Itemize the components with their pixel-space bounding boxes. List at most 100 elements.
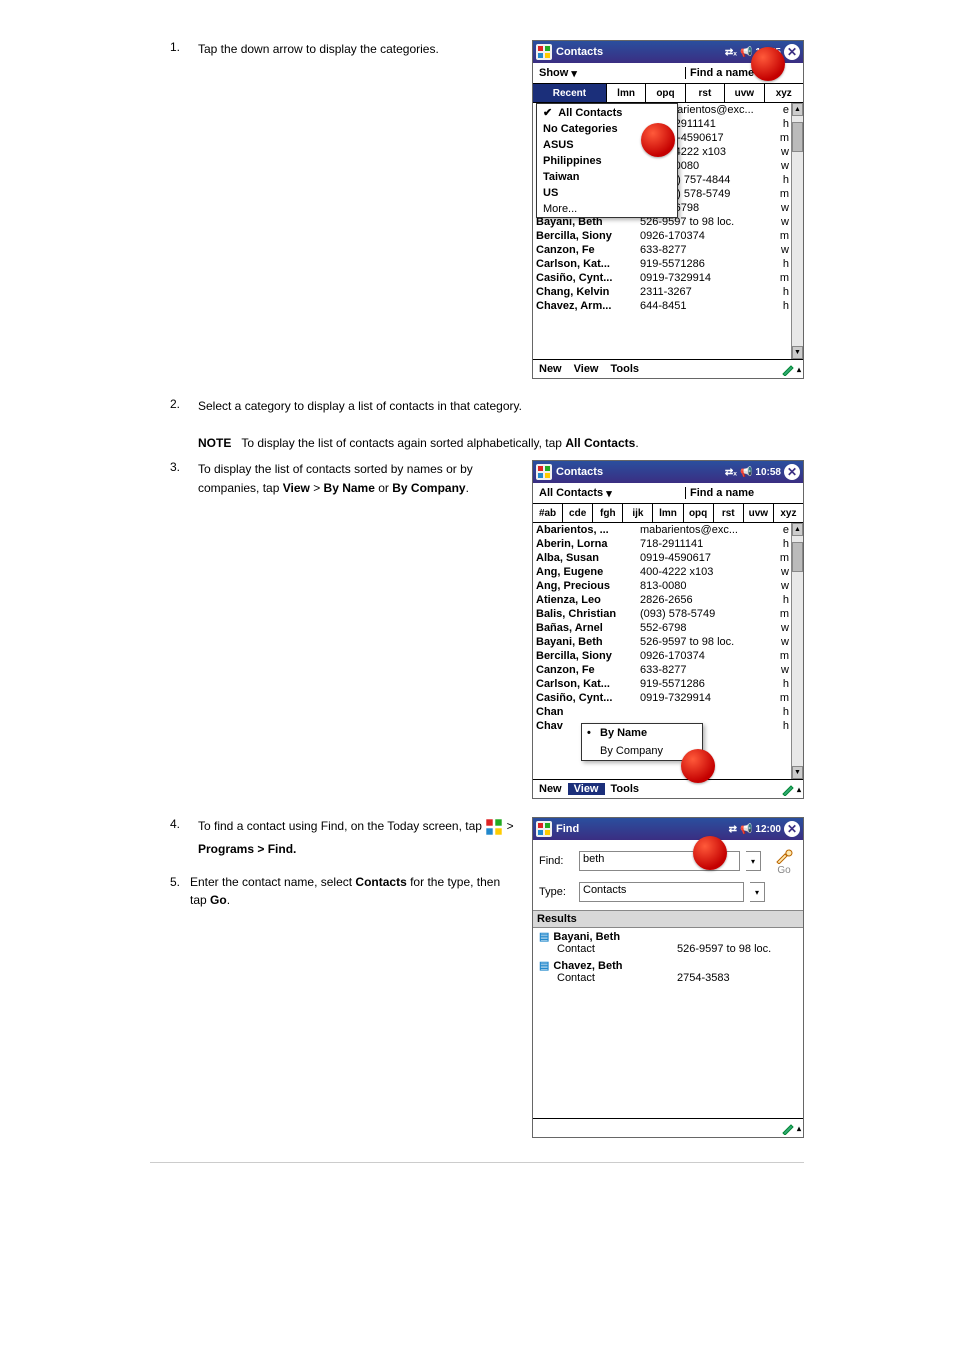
- alpha-tab[interactable]: xyz: [765, 84, 803, 102]
- clock[interactable]: 12:00: [755, 824, 781, 835]
- contact-row[interactable]: Canzon, Fe633-8277w: [533, 243, 792, 257]
- menu-item-more[interactable]: More...: [537, 201, 677, 217]
- step-text: Enter the contact name, select Contacts …: [190, 873, 514, 910]
- show-dropdown[interactable]: All Contacts▾: [533, 487, 685, 500]
- menu-item[interactable]: Taiwan: [537, 169, 677, 185]
- alpha-tab[interactable]: rst: [686, 84, 725, 102]
- menu-bar: New View Tools ▴: [533, 359, 803, 378]
- start-icon[interactable]: [536, 821, 552, 837]
- contact-row[interactable]: Atienza, Leo2826-2656h: [533, 593, 792, 607]
- list-area: Abarientos, ...mabarientos@exc...e Aberi…: [533, 523, 803, 779]
- results-list: ▤Bayani, Beth Contact526-9597 to 98 loc.…: [533, 928, 803, 1118]
- contact-row[interactable]: Abarientos, ...mabarientos@exc...e: [533, 523, 792, 537]
- alpha-tab[interactable]: opq: [684, 504, 714, 522]
- clock[interactable]: 10:58: [755, 467, 781, 478]
- alpha-tab[interactable]: uvw: [725, 84, 764, 102]
- contact-row[interactable]: Ang, Eugene400-4222 x103w: [533, 565, 792, 579]
- alpha-tab[interactable]: rst: [714, 504, 744, 522]
- contact-row[interactable]: Bercilla, Siony0926-170374m: [533, 649, 792, 663]
- connectivity-icon[interactable]: ⇄ₓ: [725, 47, 737, 58]
- chevron-down-icon: ▾: [606, 487, 612, 500]
- scrollbar[interactable]: ▲ ▼: [791, 523, 803, 779]
- step-number: 3.: [150, 460, 180, 474]
- find-name-input[interactable]: Find a name: [685, 67, 803, 79]
- scrollbar[interactable]: ▲ ▼: [791, 103, 803, 359]
- contact-row[interactable]: Carlson, Kat...919-5571286h: [533, 677, 792, 691]
- alpha-tab[interactable]: lmn: [607, 84, 646, 102]
- pda-figure-1: Contacts ⇄ₓ 📢 10:55 ✕ Show▾ Find a name …: [532, 40, 804, 379]
- close-icon[interactable]: ✕: [784, 44, 800, 60]
- sip-icon[interactable]: ▴: [781, 1121, 803, 1135]
- scroll-track[interactable]: [792, 536, 803, 766]
- contact-row[interactable]: Alba, Susan0919-4590617m: [533, 551, 792, 565]
- alpha-tab[interactable]: uvw: [744, 504, 774, 522]
- menu-new[interactable]: New: [533, 783, 568, 795]
- alpha-tab[interactable]: cde: [563, 504, 593, 522]
- contact-row[interactable]: Balis, Christian(093) 578-5749m: [533, 607, 792, 621]
- find-name-input[interactable]: Find a name: [685, 487, 803, 499]
- type-select[interactable]: Contacts: [579, 882, 744, 902]
- scroll-track[interactable]: [792, 116, 803, 346]
- contact-row[interactable]: Aberin, Lorna718-2911141h: [533, 537, 792, 551]
- alpha-tab[interactable]: ijk: [623, 504, 653, 522]
- sip-icon[interactable]: ▴: [781, 782, 803, 796]
- find-dropdown-icon[interactable]: ▾: [746, 851, 761, 871]
- speaker-icon[interactable]: 📢: [740, 47, 752, 58]
- start-icon[interactable]: [536, 44, 552, 60]
- result-item[interactable]: ▤Bayani, Beth Contact526-9597 to 98 loc.: [533, 928, 803, 957]
- scroll-down-icon[interactable]: ▼: [792, 346, 803, 359]
- type-dropdown-icon[interactable]: ▾: [750, 882, 765, 902]
- speaker-icon[interactable]: 📢: [740, 824, 752, 835]
- view-by-name[interactable]: By Name: [582, 724, 702, 742]
- contact-row[interactable]: Carlson, Kat...919-5571286h: [533, 257, 792, 271]
- callout-dot: [693, 836, 727, 870]
- sys-tray: ⇄ₓ 📢 10:58 ✕: [725, 464, 800, 480]
- alpha-tab[interactable]: fgh: [593, 504, 623, 522]
- contact-row[interactable]: Casiño, Cynt...0919-7329914m: [533, 691, 792, 705]
- connectivity-icon[interactable]: ⇄ₓ: [725, 467, 737, 478]
- menu-tools[interactable]: Tools: [605, 783, 646, 795]
- menu-new[interactable]: New: [533, 363, 568, 375]
- scroll-thumb[interactable]: [792, 122, 803, 152]
- start-icon[interactable]: [536, 464, 552, 480]
- alpha-tab[interactable]: xyz: [774, 504, 803, 522]
- contact-row[interactable]: Canzon, Fe633-8277w: [533, 663, 792, 677]
- go-button[interactable]: Go: [771, 846, 797, 876]
- scroll-thumb[interactable]: [792, 542, 803, 572]
- find-label: Find:: [539, 855, 573, 867]
- scroll-up-icon[interactable]: ▲: [792, 103, 803, 116]
- alpha-tab[interactable]: opq: [646, 84, 685, 102]
- alpha-tab-recent[interactable]: Recent: [533, 84, 607, 102]
- scroll-up-icon[interactable]: ▲: [792, 523, 803, 536]
- pda-figure-2: Contacts ⇄ₓ 📢 10:58 ✕ All Contacts▾ Find…: [532, 460, 804, 799]
- callout-dot: [681, 749, 715, 783]
- pda-figure-3: Find ⇄ 📢 12:00 ✕ Find: beth ▾ Go: [532, 817, 804, 1138]
- contact-row[interactable]: Bercilla, Siony0926-170374m: [533, 229, 792, 243]
- close-icon[interactable]: ✕: [784, 821, 800, 837]
- contact-row[interactable]: Casiño, Cynt...0919-7329914m: [533, 271, 792, 285]
- contact-row[interactable]: Chanh: [533, 705, 792, 719]
- contact-row[interactable]: Chavez, Arm...644-8451h: [533, 299, 792, 313]
- menu-item-all-contacts[interactable]: ✔All Contacts: [537, 104, 677, 121]
- menu-view[interactable]: View: [568, 783, 605, 795]
- alpha-tab[interactable]: #ab: [533, 504, 563, 522]
- speaker-icon[interactable]: 📢: [740, 467, 752, 478]
- contact-row[interactable]: Bañas, Arnel552-6798w: [533, 621, 792, 635]
- contact-row[interactable]: Chang, Kelvin2311-3267h: [533, 285, 792, 299]
- sip-icon[interactable]: ▴: [781, 362, 803, 376]
- alpha-tab[interactable]: lmn: [653, 504, 683, 522]
- menu-view[interactable]: View: [568, 363, 605, 375]
- scroll-down-icon[interactable]: ▼: [792, 766, 803, 779]
- contact-rows: Abarientos, ...mabarientos@exc...e Aberi…: [533, 523, 792, 733]
- menu-item[interactable]: US: [537, 185, 677, 201]
- contact-row[interactable]: Bayani, Beth526-9597 to 98 loc.w: [533, 635, 792, 649]
- callout-dot: [641, 123, 675, 157]
- connectivity-icon[interactable]: ⇄: [729, 824, 737, 835]
- result-item[interactable]: ▤Chavez, Beth Contact2754-3583: [533, 957, 803, 986]
- show-dropdown[interactable]: Show▾: [533, 67, 685, 80]
- close-icon[interactable]: ✕: [784, 464, 800, 480]
- contact-row[interactable]: Ang, Precious813-0080w: [533, 579, 792, 593]
- menu-tools[interactable]: Tools: [605, 363, 646, 375]
- pda-window: Contacts ⇄ₓ 📢 10:55 ✕ Show▾ Find a name …: [532, 40, 804, 379]
- window-title: Contacts: [556, 466, 721, 478]
